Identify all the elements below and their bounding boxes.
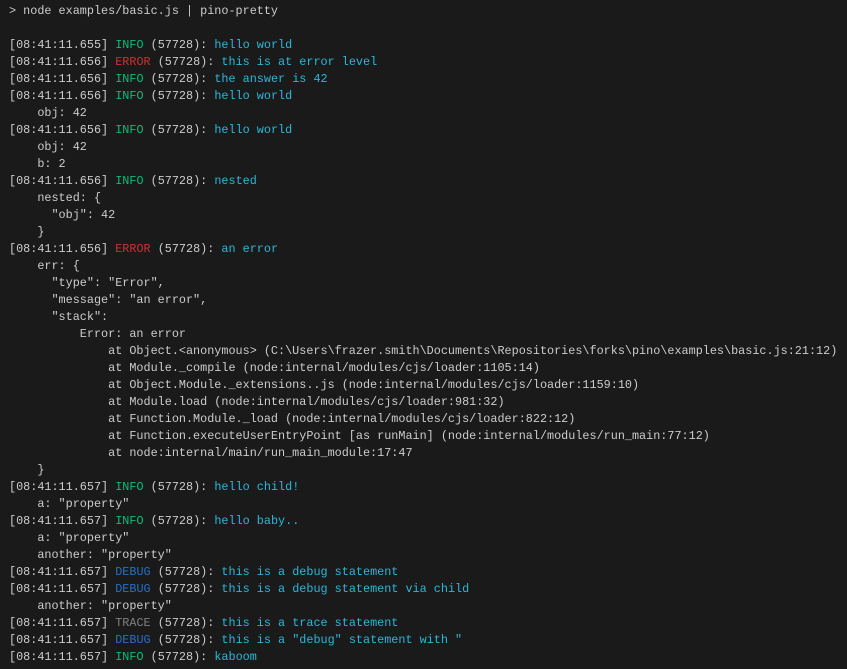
log-line: [08:41:11.656] INFO (57728): hello world	[9, 122, 847, 139]
log-pid-label: (57728):	[151, 633, 215, 647]
log-line: [08:41:11.656] ERROR (57728): an error	[9, 241, 847, 258]
log-line: [08:41:11.655] INFO (57728): hello world	[9, 37, 847, 54]
log-line: [08:41:11.657] TRACE (57728): this is a …	[9, 615, 847, 632]
log-context-line: obj: 42	[9, 139, 847, 156]
log-context-line: a: "property"	[9, 530, 847, 547]
log-level-label: DEBUG	[108, 633, 150, 647]
log-pid-label: (57728):	[151, 55, 215, 69]
log-pid-label: (57728):	[144, 514, 208, 528]
log-timestamp: [08:41:11.657]	[9, 565, 108, 579]
log-timestamp: [08:41:11.657]	[9, 633, 108, 647]
log-message: nested	[207, 174, 257, 188]
log-pid-label: (57728):	[144, 123, 208, 137]
log-level-label: INFO	[108, 650, 143, 664]
log-context-line: }	[9, 462, 847, 479]
log-line: [08:41:11.657] DEBUG (57728): this is a …	[9, 632, 847, 649]
log-timestamp: [08:41:11.656]	[9, 242, 108, 256]
log-timestamp: [08:41:11.656]	[9, 123, 108, 137]
log-line: [08:41:11.656] INFO (57728): hello world	[9, 88, 847, 105]
log-timestamp: [08:41:11.657]	[9, 650, 108, 664]
log-timestamp: [08:41:11.656]	[9, 89, 108, 103]
log-message: hello baby..	[207, 514, 299, 528]
blank-line	[9, 20, 847, 37]
log-message: kaboom	[207, 650, 257, 664]
log-pid-label: (57728):	[144, 38, 208, 52]
log-pid-label: (57728):	[151, 565, 215, 579]
log-pid-label: (57728):	[144, 89, 208, 103]
log-timestamp: [08:41:11.657]	[9, 616, 108, 630]
log-line: [08:41:11.656] INFO (57728): nested	[9, 173, 847, 190]
log-context-line: at Module._compile (node:internal/module…	[9, 360, 847, 377]
log-context-line: "message": "an error",	[9, 292, 847, 309]
log-pid-label: (57728):	[144, 174, 208, 188]
log-context-line: a: "property"	[9, 496, 847, 513]
log-context-line: "obj": 42	[9, 207, 847, 224]
log-level-label: INFO	[108, 89, 143, 103]
log-context-line: err: {	[9, 258, 847, 275]
log-message: hello world	[207, 89, 292, 103]
log-message: an error	[214, 242, 278, 256]
log-line: [08:41:11.657] INFO (57728): hello baby.…	[9, 513, 847, 530]
log-pid-label: (57728):	[151, 242, 215, 256]
log-line: [08:41:11.656] ERROR (57728): this is at…	[9, 54, 847, 71]
log-context-line: at Function.Module._load (node:internal/…	[9, 411, 847, 428]
log-level-label: INFO	[108, 514, 143, 528]
log-context-line: Error: an error	[9, 326, 847, 343]
log-timestamp: [08:41:11.656]	[9, 72, 108, 86]
command-line: > node examples/basic.js | pino-pretty	[9, 3, 847, 20]
log-message: this is a "debug" statement with "	[214, 633, 462, 647]
log-message: this is a trace statement	[214, 616, 398, 630]
log-context-line: at Function.executeUserEntryPoint [as ru…	[9, 428, 847, 445]
log-pid-label: (57728):	[144, 650, 208, 664]
log-message: the answer is 42	[207, 72, 327, 86]
log-context-line: b: 2	[9, 156, 847, 173]
log-context-line: at Module.load (node:internal/modules/cj…	[9, 394, 847, 411]
log-timestamp: [08:41:11.657]	[9, 582, 108, 596]
log-level-label: ERROR	[108, 242, 150, 256]
log-message: hello child!	[207, 480, 299, 494]
log-context-line: }	[9, 224, 847, 241]
log-message: hello world	[207, 123, 292, 137]
log-level-label: INFO	[108, 38, 143, 52]
log-line: [08:41:11.657] INFO (57728): kaboom	[9, 649, 847, 666]
log-line: [08:41:11.656] INFO (57728): the answer …	[9, 71, 847, 88]
log-line: [08:41:11.657] DEBUG (57728): this is a …	[9, 581, 847, 598]
log-pid-label: (57728):	[144, 480, 208, 494]
log-context-line: obj: 42	[9, 105, 847, 122]
log-level-label: INFO	[108, 480, 143, 494]
log-context-line: at Object.<anonymous> (C:\Users\frazer.s…	[9, 343, 847, 360]
log-context-line: "stack":	[9, 309, 847, 326]
log-level-label: INFO	[108, 123, 143, 137]
log-level-label: INFO	[108, 174, 143, 188]
log-message: this is at error level	[214, 55, 377, 69]
log-message: hello world	[207, 38, 292, 52]
terminal-output[interactable]: > node examples/basic.js | pino-pretty […	[0, 0, 847, 669]
log-timestamp: [08:41:11.655]	[9, 38, 108, 52]
log-pid-label: (57728):	[151, 616, 215, 630]
log-timestamp: [08:41:11.657]	[9, 480, 108, 494]
log-context-line: "type": "Error",	[9, 275, 847, 292]
log-context-line: at node:internal/main/run_main_module:17…	[9, 445, 847, 462]
log-line: [08:41:11.657] DEBUG (57728): this is a …	[9, 564, 847, 581]
log-context-line: another: "property"	[9, 547, 847, 564]
log-level-label: INFO	[108, 72, 143, 86]
log-context-line: nested: {	[9, 190, 847, 207]
log-level-label: TRACE	[108, 616, 150, 630]
log-context-line: another: "property"	[9, 598, 847, 615]
log-level-label: DEBUG	[108, 582, 150, 596]
log-message: this is a debug statement	[214, 565, 398, 579]
log-line: [08:41:11.657] INFO (57728): hello child…	[9, 479, 847, 496]
log-timestamp: [08:41:11.656]	[9, 55, 108, 69]
log-context-line: at Object.Module._extensions..js (node:i…	[9, 377, 847, 394]
log-timestamp: [08:41:11.657]	[9, 514, 108, 528]
log-pid-label: (57728):	[144, 72, 208, 86]
log-level-label: DEBUG	[108, 565, 150, 579]
log-message: this is a debug statement via child	[214, 582, 469, 596]
log-timestamp: [08:41:11.656]	[9, 174, 108, 188]
log-pid-label: (57728):	[151, 582, 215, 596]
log-level-label: ERROR	[108, 55, 150, 69]
